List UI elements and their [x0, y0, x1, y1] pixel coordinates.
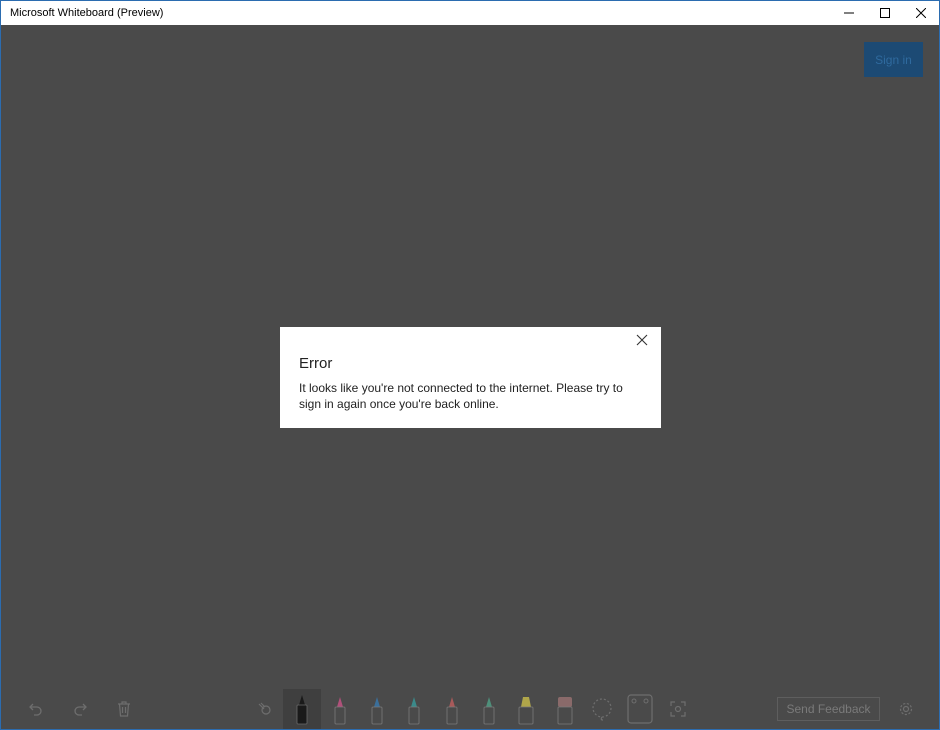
ruler-icon: [627, 694, 653, 724]
pen-green[interactable]: [474, 689, 504, 729]
dialog-close-button[interactable]: [635, 333, 649, 347]
pen-teal[interactable]: [399, 689, 429, 729]
bottom-toolbar: Send Feedback: [1, 689, 939, 729]
undo-icon: [29, 703, 42, 716]
settings-button[interactable]: [893, 689, 919, 729]
pen-red[interactable]: [437, 689, 467, 729]
gear-icon: [899, 702, 913, 716]
maximize-button[interactable]: [867, 1, 903, 25]
close-icon: [916, 8, 926, 18]
window-title: Microsoft Whiteboard (Preview): [10, 7, 164, 19]
ruler-button[interactable]: [624, 689, 656, 729]
whiteboard-canvas[interactable]: Sign in Error It looks like you're not c…: [1, 25, 939, 729]
eraser-button[interactable]: [550, 689, 580, 729]
pen-black[interactable]: [283, 689, 321, 729]
minimize-button[interactable]: [831, 1, 867, 25]
title-bar: Microsoft Whiteboard (Preview): [1, 1, 939, 26]
app-window: Microsoft Whiteboard (Preview) Sign in E…: [0, 0, 940, 730]
sign-in-button[interactable]: Sign in: [864, 42, 923, 77]
lasso-icon: [592, 698, 612, 721]
delete-button[interactable]: [111, 689, 137, 729]
minimize-icon: [844, 12, 854, 14]
touch-select-button[interactable]: [665, 689, 691, 729]
error-dialog: Error It looks like you're not connected…: [280, 327, 661, 428]
close-window-button[interactable]: [903, 1, 939, 25]
undo-button[interactable]: [23, 689, 49, 729]
touch-draw-icon: [258, 702, 271, 715]
teal-pen-icon: [408, 697, 420, 725]
close-icon: [636, 334, 648, 346]
lasso-button[interactable]: [587, 689, 617, 729]
black-pen-icon: [296, 695, 308, 725]
green-pen-icon: [483, 697, 495, 725]
eraser-icon: [557, 697, 573, 725]
redo-icon: [74, 703, 87, 716]
touch-draw-button[interactable]: [252, 689, 278, 729]
dialog-title: Error: [299, 355, 333, 372]
maximize-icon: [880, 8, 890, 18]
red-pen-icon: [446, 697, 458, 725]
pen-pink[interactable]: [325, 689, 355, 729]
trash-icon: [118, 701, 130, 717]
send-feedback-button[interactable]: Send Feedback: [777, 697, 880, 721]
pen-blue[interactable]: [362, 689, 392, 729]
redo-button[interactable]: [67, 689, 93, 729]
blue-pen-icon: [371, 697, 383, 725]
highlighter-yellow[interactable]: [510, 689, 542, 729]
highlighter-icon: [518, 697, 534, 725]
touch-select-icon: [670, 701, 686, 717]
dialog-message: It looks like you're not connected to th…: [299, 381, 623, 411]
pink-pen-icon: [334, 697, 346, 725]
